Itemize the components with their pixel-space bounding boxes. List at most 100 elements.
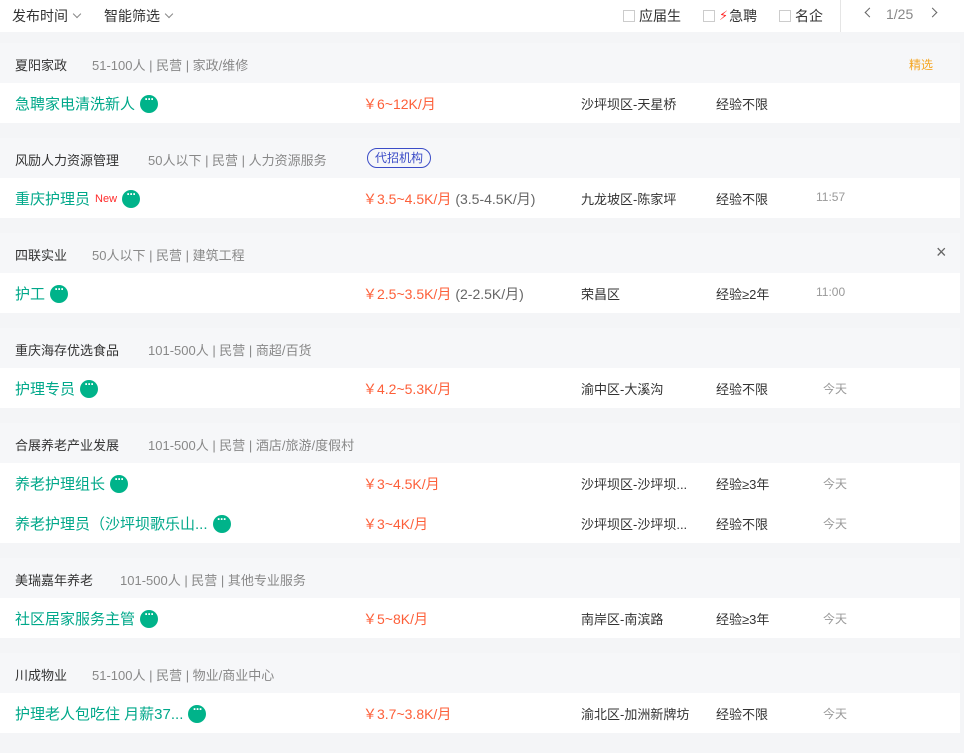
job-experience: 经验≥3年 [716,612,770,627]
company-header: 美瑞嘉年养老 101-500人 | 民营 | 其他专业服务 [0,558,960,598]
publish-time-dropdown[interactable]: 发布时间 [12,6,82,26]
chat-icon[interactable] [122,187,141,208]
company-name[interactable]: 川成物业 [15,665,67,684]
chat-icon[interactable] [212,512,231,533]
chevron-down-icon [72,9,82,19]
job-salary: ￥3~4K/月 [363,514,428,534]
chevron-right-icon[interactable] [927,7,938,18]
company-card: 四联实业 50人以下 | 民营 | 建筑工程 × 护工 ￥2.5~3.5K/月(… [0,233,960,313]
company-name[interactable]: 合展养老产业发展 [15,435,119,454]
salary-sub-text: (2-2.5K/月) [455,286,524,302]
job-experience: 经验不限 [716,707,769,722]
job-salary: ￥3.5~4.5K/月 (3.5-4.5K/月) [363,189,535,209]
job-time: 11:00 [816,285,846,299]
agency-badge: 代招机构 [367,148,432,168]
job-title[interactable]: 护工 [15,282,69,304]
company-name[interactable]: 美瑞嘉年养老 [15,570,93,589]
job-title[interactable]: 护理老人包吃住 月薪37... [15,702,207,724]
job-title-text: 养老护理员（沙坪坝歌乐山... [15,516,208,533]
page-indicator: 1/25 [886,6,914,22]
job-title-text: 养老护理组长 [15,476,106,493]
job-row[interactable]: 养老护理组长 ￥3~4.5K/月 沙坪坝区-沙坪坝... 经验≥3年 今天 [0,463,960,503]
company-name[interactable]: 四联实业 [15,245,67,264]
publish-time-label: 发布时间 [12,8,68,24]
company-header: 合展养老产业发展 101-500人 | 民营 | 酒店/旅游/度假村 [0,423,960,463]
company-meta: 51-100人 | 民营 | 物业/商业中心 [92,668,275,683]
job-experience: 经验不限 [716,97,769,112]
chevron-down-icon [164,9,174,19]
job-title[interactable]: 养老护理员（沙坪坝歌乐山... [15,512,231,534]
company-card: 夏阳家政 51-100人 | 民营 | 家政/维修 精选 急聘家电清洗新人 ￥6… [0,43,960,123]
company-name[interactable]: 重庆海存优选食品 [15,340,119,359]
urgent-label: 急聘 [729,8,758,24]
job-row[interactable]: 重庆护理员 New ￥3.5~4.5K/月(3.5-4.5K/月) 九龙坡区-陈家… [0,178,960,218]
company-name[interactable]: 夏阳家政 [15,55,67,74]
job-title[interactable]: 社区居家服务主管 [15,607,159,629]
job-title[interactable]: 急聘家电清洗新人 [15,92,159,114]
salary-text: ￥3~4.5K/月 [363,476,440,492]
job-title[interactable]: 护理专员 [15,377,99,399]
salary-sub-text: (3.5-4.5K/月) [455,191,536,207]
checkbox-icon [623,10,635,22]
job-salary: ￥6~12K/月 [363,94,436,114]
job-salary: ￥2.5~3.5K/月 (2-2.5K/月) [363,284,524,304]
job-row[interactable]: 养老护理员（沙坪坝歌乐山... ￥3~4K/月 沙坪坝区-沙坪坝... 经验不限… [0,503,960,543]
job-row[interactable]: 急聘家电清洗新人 ￥6~12K/月 沙坪坝区-天星桥 经验不限 [0,83,960,123]
job-title-text: 重庆护理员 [15,191,91,208]
company-header: 风励人力资源管理 50人以下 | 民营 | 人力资源服务 代招机构 [0,138,960,178]
job-time: 11:57 [816,190,846,204]
company-name[interactable]: 风励人力资源管理 [15,150,119,169]
chat-icon[interactable] [110,472,129,493]
job-row[interactable]: 护理老人包吃住 月薪37... ￥3.7~3.8K/月 渝北区-加洲新牌坊 经验… [0,693,960,733]
fresh-grad-checkbox[interactable]: 应届生 [623,6,681,26]
filter-bar: 发布时间 智能筛选 应届生 ⚡ 急聘 名企 1/25 [0,0,964,32]
salary-text: ￥3.7~3.8K/月 [363,706,452,722]
job-time: 今天 [823,477,848,491]
chevron-left-icon[interactable] [864,7,875,18]
company-card: 美瑞嘉年养老 101-500人 | 民营 | 其他专业服务 社区居家服务主管 ￥… [0,558,960,638]
job-time: 今天 [823,517,848,531]
job-location: 渝中区-大溪沟 [581,382,664,397]
job-location: 荣昌区 [581,287,621,302]
company-meta: 50人以下 | 民营 | 人力资源服务 [148,153,327,168]
company-card: 重庆海存优选食品 101-500人 | 民营 | 商超/百货 护理专员 ￥4.2… [0,328,960,408]
job-experience: 经验不限 [716,517,769,532]
lightning-icon: ⚡ [719,8,729,23]
job-title-text: 急聘家电清洗新人 [15,96,136,113]
chat-icon[interactable] [188,702,207,723]
job-location: 沙坪坝区-沙坪坝... [581,477,688,492]
job-title-text: 护工 [15,286,46,303]
job-title-text: 社区居家服务主管 [15,611,136,628]
company-header: 四联实业 50人以下 | 民营 | 建筑工程 × [0,233,960,273]
job-time: 今天 [823,612,848,626]
chat-icon[interactable] [140,607,159,628]
job-title[interactable]: 养老护理组长 [15,472,129,494]
chat-icon[interactable] [80,377,99,398]
job-experience: 经验≥2年 [716,287,770,302]
salary-text: ￥2.5~3.5K/月 [363,286,452,302]
famous-company-checkbox[interactable]: 名企 [779,6,823,26]
company-header: 川成物业 51-100人 | 民营 | 物业/商业中心 [0,653,960,693]
salary-text: ￥3~4K/月 [363,516,428,532]
fresh-grad-label: 应届生 [639,8,681,24]
job-row[interactable]: 社区居家服务主管 ￥5~8K/月 南岸区-南滨路 经验≥3年 今天 [0,598,960,638]
smart-filter-label: 智能筛选 [104,8,160,24]
smart-filter-dropdown[interactable]: 智能筛选 [104,6,174,26]
job-experience: 经验不限 [716,382,769,397]
chat-icon[interactable] [50,282,69,303]
job-time: 今天 [823,382,848,396]
job-salary: ￥3~4.5K/月 [363,474,440,494]
close-icon[interactable]: × [936,243,947,261]
job-time: 今天 [823,707,848,721]
job-title[interactable]: 重庆护理员 New [15,187,141,209]
company-meta: 50人以下 | 民营 | 建筑工程 [92,248,245,263]
company-card: 风励人力资源管理 50人以下 | 民营 | 人力资源服务 代招机构 重庆护理员 N… [0,138,960,218]
salary-text: ￥5~8K/月 [363,611,428,627]
job-row[interactable]: 护工 ￥2.5~3.5K/月(2-2.5K/月) 荣昌区 经验≥2年 11:00 [0,273,960,313]
chat-icon[interactable] [140,92,159,113]
new-badge: New [95,192,118,205]
company-meta: 101-500人 | 民营 | 酒店/旅游/度假村 [148,438,355,453]
salary-text: ￥3.5~4.5K/月 [363,191,452,207]
job-row[interactable]: 护理专员 ￥4.2~5.3K/月 渝中区-大溪沟 经验不限 今天 [0,368,960,408]
urgent-checkbox[interactable]: ⚡ 急聘 [703,6,757,26]
